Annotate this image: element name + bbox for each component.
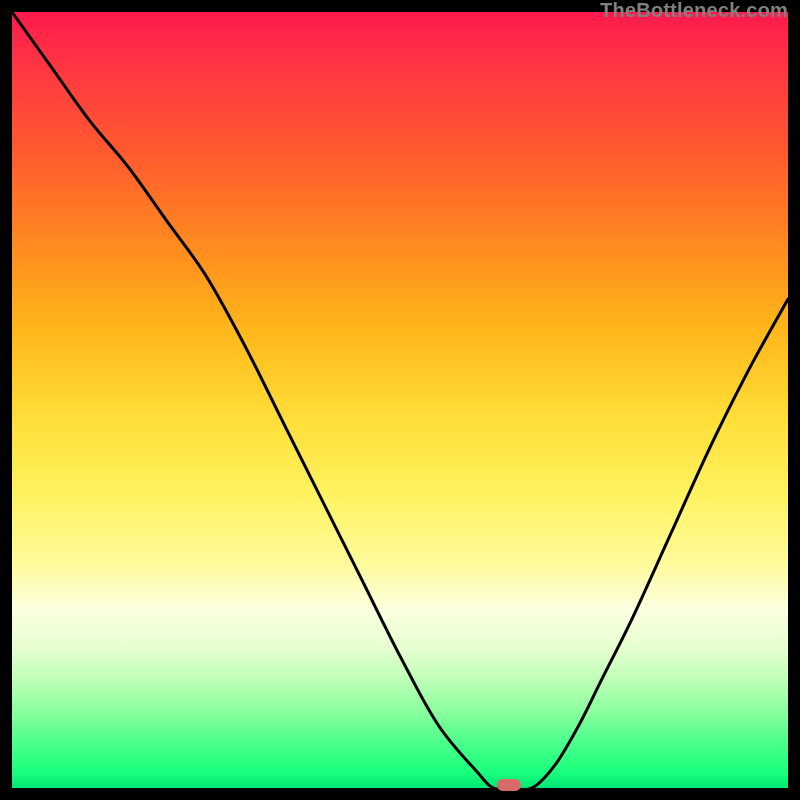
bottleneck-curve-path (12, 12, 788, 790)
chart-frame: TheBottleneck.com (0, 0, 800, 800)
bottleneck-curve (0, 0, 800, 800)
optimal-point-marker (497, 779, 521, 791)
